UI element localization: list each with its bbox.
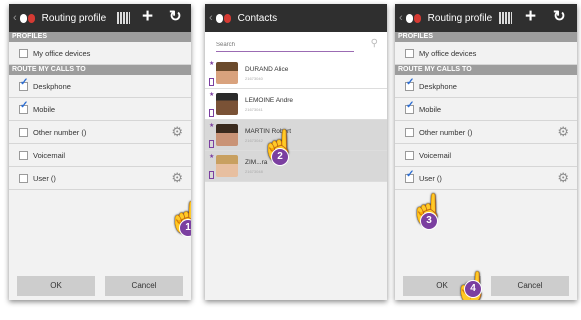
plus-icon[interactable]: + <box>525 7 536 27</box>
plus-icon[interactable]: + <box>142 7 153 27</box>
other-number-label: Other number () <box>33 127 87 137</box>
contact-name: LEMOINE Andre <box>245 97 294 104</box>
deskphone-checkbox[interactable] <box>405 77 414 91</box>
mobile-icon <box>209 109 214 117</box>
voicemail-checkbox[interactable] <box>405 150 414 160</box>
cancel-button[interactable]: Cancel <box>105 276 183 296</box>
avatar <box>216 62 238 84</box>
contact-number: 21673048 <box>245 169 263 174</box>
contact-name: DURAND Alice <box>245 66 289 73</box>
deskphone-checkbox[interactable] <box>19 77 28 91</box>
app-logo-icon <box>215 13 234 23</box>
star-icon: ★ <box>209 123 215 129</box>
my-office-devices-label: My office devices <box>33 48 91 58</box>
voicemail-option[interactable]: Voicemail <box>9 144 191 167</box>
deskphone-label: Deskphone <box>33 81 71 91</box>
cancel-button[interactable]: Cancel <box>491 276 569 296</box>
other-number-checkbox[interactable] <box>405 127 414 137</box>
mobile-option[interactable]: Mobile <box>395 98 577 121</box>
mobile-label: Mobile <box>33 104 56 114</box>
mobile-icon <box>209 171 214 179</box>
refresh-icon[interactable]: ↻ <box>553 9 566 25</box>
step-badge-2: 2 <box>271 148 289 166</box>
action-bar: ‹ Contacts <box>205 4 387 32</box>
user-checkbox[interactable] <box>19 173 28 183</box>
section-header-route: ROUTE MY CALLS TO <box>9 65 191 75</box>
mobile-checkbox[interactable] <box>19 100 28 114</box>
user-label: User () <box>419 173 442 183</box>
voicemail-label: Voicemail <box>419 150 452 160</box>
section-header-profiles: PROFILES <box>9 32 191 42</box>
gear-icon[interactable]: ⚙ <box>171 171 183 185</box>
search-bar: ⚲ <box>205 32 387 58</box>
contacts-screen: ‹ Contacts ⚲ ★ DURAND Alice 21673040 ★ L… <box>205 4 387 300</box>
my-office-devices-option[interactable]: My office devices <box>395 42 577 65</box>
avatar <box>216 155 238 177</box>
star-icon: ★ <box>209 92 215 98</box>
screen-title: Routing profile <box>41 12 107 24</box>
contact-row[interactable]: ★ DURAND Alice 21673040 <box>205 58 387 89</box>
routing-profile-screen-3: ‹ Routing profile + ↻ PROFILES My office… <box>395 4 577 300</box>
section-header-route: ROUTE MY CALLS TO <box>395 65 577 75</box>
gear-icon[interactable]: ⚙ <box>171 125 183 139</box>
gear-icon[interactable]: ⚙ <box>557 171 569 185</box>
search-input[interactable] <box>216 39 354 52</box>
action-bar: ‹ Routing profile + ↻ <box>395 4 577 32</box>
deskphone-option[interactable]: Deskphone <box>9 75 191 98</box>
qr-code-icon[interactable] <box>499 12 512 24</box>
user-option[interactable]: User () ⚙ <box>9 167 191 190</box>
user-checkbox[interactable] <box>405 169 414 183</box>
mobile-label: Mobile <box>419 104 442 114</box>
avatar <box>216 93 238 115</box>
routing-profile-screen-1: ‹ Routing profile + ↻ PROFILES My office… <box>9 4 191 300</box>
my-office-devices-checkbox[interactable] <box>19 48 28 58</box>
section-header-profiles: PROFILES <box>395 32 577 42</box>
refresh-icon[interactable]: ↻ <box>169 9 182 25</box>
contact-number: 21673041 <box>245 107 263 112</box>
contact-number: 21673040 <box>245 76 263 81</box>
screen-title: Routing profile <box>427 12 493 24</box>
my-office-devices-option[interactable]: My office devices <box>9 42 191 65</box>
deskphone-label: Deskphone <box>419 81 457 91</box>
chevron-left-icon[interactable]: ‹ <box>209 12 213 24</box>
other-number-label: Other number () <box>419 127 473 137</box>
other-number-option[interactable]: Other number () ⚙ <box>395 121 577 144</box>
voicemail-option[interactable]: Voicemail <box>395 144 577 167</box>
qr-code-icon[interactable] <box>117 12 130 24</box>
avatar <box>216 124 238 146</box>
action-bar: ‹ Routing profile + ↻ <box>9 4 191 32</box>
step-badge-4: 4 <box>464 280 482 298</box>
voicemail-label: Voicemail <box>33 150 66 160</box>
my-office-devices-checkbox[interactable] <box>405 48 414 58</box>
voicemail-checkbox[interactable] <box>19 150 28 160</box>
dialog-buttons: OK Cancel <box>17 276 183 296</box>
my-office-devices-label: My office devices <box>419 48 477 58</box>
other-number-option[interactable]: Other number () ⚙ <box>9 121 191 144</box>
chevron-left-icon[interactable]: ‹ <box>399 12 403 24</box>
step-badge-1: 1 <box>179 219 191 237</box>
screen-title: Contacts <box>237 12 278 24</box>
ok-button[interactable]: OK <box>17 276 95 296</box>
mobile-icon <box>209 78 214 86</box>
star-icon: ★ <box>209 154 215 160</box>
app-logo-icon <box>405 13 424 23</box>
mobile-icon <box>209 140 214 148</box>
deskphone-option[interactable]: Deskphone <box>395 75 577 98</box>
mobile-option[interactable]: Mobile <box>9 98 191 121</box>
mobile-checkbox[interactable] <box>405 100 414 114</box>
app-logo-icon <box>19 13 38 23</box>
user-option[interactable]: User () ⚙ <box>395 167 577 190</box>
contact-row[interactable]: ★ LEMOINE Andre 21673041 <box>205 89 387 120</box>
search-icon[interactable]: ⚲ <box>371 38 378 49</box>
chevron-left-icon[interactable]: ‹ <box>13 12 17 24</box>
other-number-checkbox[interactable] <box>19 127 28 137</box>
user-label: User () <box>33 173 56 183</box>
gear-icon[interactable]: ⚙ <box>557 125 569 139</box>
step-badge-3: 3 <box>420 212 438 230</box>
star-icon: ★ <box>209 61 215 67</box>
